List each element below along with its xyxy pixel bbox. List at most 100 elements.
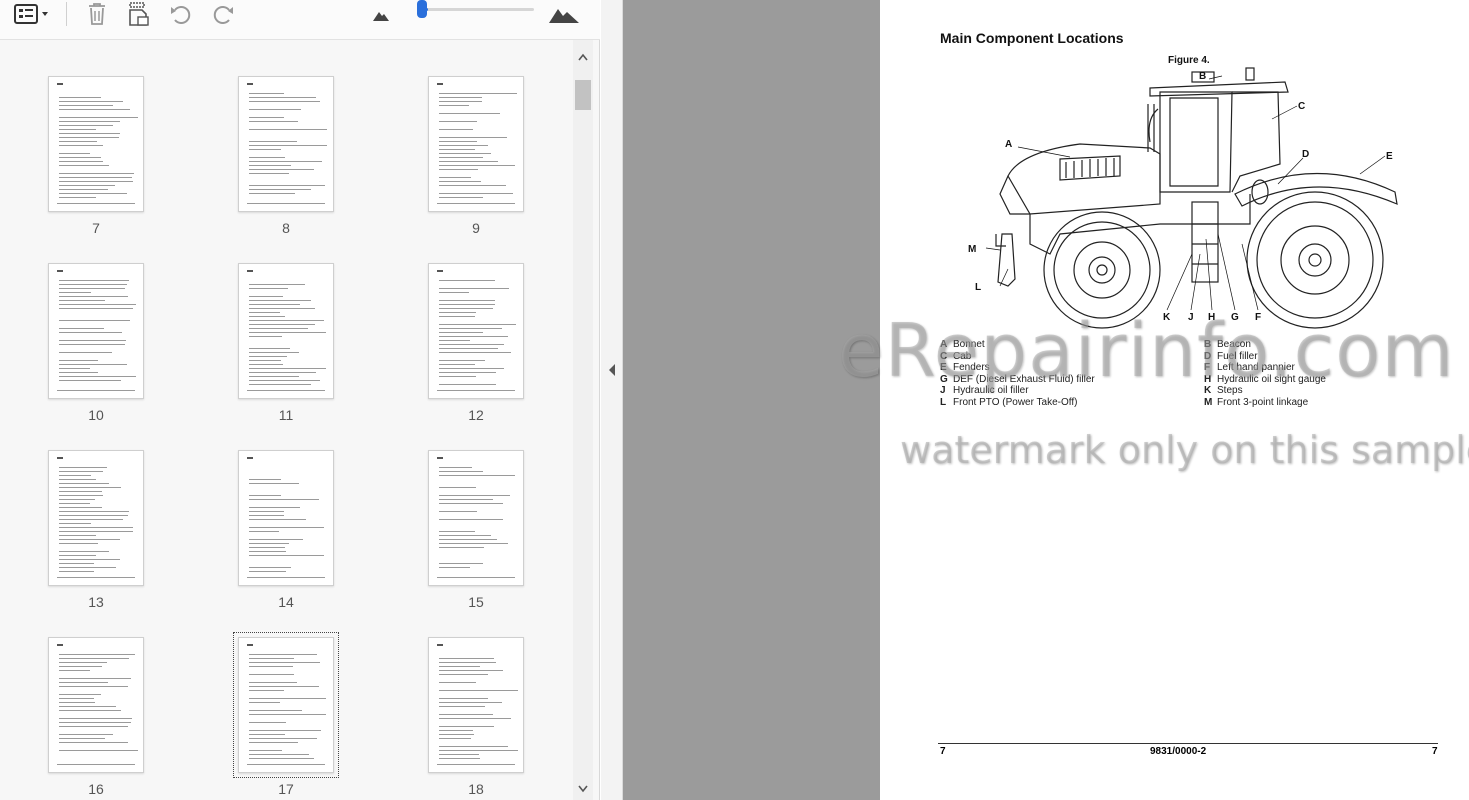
- thumbnail-text-line: [59, 499, 95, 500]
- thumbnail-text-line: [249, 682, 297, 683]
- thumbnail-text-line: [439, 348, 498, 349]
- legend-text: Front PTO (Power Take-Off): [953, 396, 1078, 408]
- thumbnail-text-line: [439, 137, 507, 138]
- thumbnail-text-line: [59, 706, 116, 707]
- legend-item: L Front PTO (Power Take-Off): [940, 397, 1077, 408]
- thumbnail-text-line: [249, 185, 325, 186]
- thumbnail-toolbar: [0, 0, 600, 40]
- page-properties-button[interactable]: [124, 0, 154, 28]
- thumbnail-text-line: [439, 467, 472, 468]
- thumbnail-text-line: [59, 563, 94, 564]
- thumbnail-page[interactable]: [428, 76, 524, 212]
- thumbnail-text-line: [249, 738, 317, 739]
- thumbnail-text-line: [249, 316, 285, 317]
- thumbnail-text-line: [59, 567, 116, 568]
- zoom-out-button[interactable]: [366, 0, 396, 28]
- footer-page-number-right: 7: [1432, 746, 1438, 757]
- thumbnail-text-line: [439, 376, 476, 377]
- scroll-up-arrow[interactable]: [573, 48, 593, 66]
- scroll-down-arrow[interactable]: [573, 780, 593, 798]
- thumbnail-text-line: [249, 121, 298, 122]
- scrollbar-thumb[interactable]: [575, 80, 591, 110]
- thumbnail-footer-line: [57, 764, 135, 765]
- thumbnail-text-line: [439, 531, 475, 532]
- rotate-right-button[interactable]: [208, 0, 238, 28]
- thumbnail-text-line: [439, 141, 477, 142]
- collapse-panel-button[interactable]: [601, 358, 623, 382]
- thumbnail-text-line: [59, 467, 107, 468]
- thumbnail-text-line: [59, 105, 113, 106]
- thumbnail-page[interactable]: [238, 450, 334, 586]
- thumbnail-scrollbar[interactable]: [573, 40, 593, 800]
- thumbnail-page[interactable]: [238, 263, 334, 399]
- thumbnail-text-line: [59, 117, 138, 118]
- thumbnail-text-line: [249, 674, 294, 675]
- page-view-menu-button[interactable]: [8, 0, 56, 28]
- thumbnail-text-line: [59, 165, 109, 166]
- thumbnail-text-line: [439, 754, 479, 755]
- thumbnail-text-line: [59, 662, 107, 663]
- thumbnail-page-number: 17: [278, 781, 294, 797]
- callout-b: B: [1199, 71, 1206, 82]
- thumbnail-text-line: [249, 332, 326, 333]
- thumbnail-text-line: [439, 101, 482, 102]
- thumbnail-text-line: [59, 280, 129, 281]
- callout-m: M: [968, 244, 976, 255]
- document-page: Main Component Locations Figure 4. A B C…: [880, 0, 1469, 800]
- thumbnail-page[interactable]: [48, 76, 144, 212]
- thumbnail-page[interactable]: [48, 263, 144, 399]
- thumbnail-zoom-slider[interactable]: [422, 8, 534, 11]
- thumbnail-text-line: [439, 726, 494, 727]
- page-properties-icon: [129, 2, 149, 26]
- footer-document-code: 9831/0000-2: [1150, 746, 1207, 757]
- thumbnail-text-line: [249, 702, 280, 703]
- thumbnail-text-line: [439, 718, 511, 719]
- document-background: [601, 0, 880, 800]
- thumbnail-text-line: [439, 149, 475, 150]
- thumbnail-text-line: [439, 702, 502, 703]
- thumbnail-text-line: [249, 710, 302, 711]
- thumbnail-text-line: [249, 117, 284, 118]
- rotate-left-button[interactable]: [166, 0, 196, 28]
- thumbnail-text-line: [59, 97, 101, 98]
- thumbnail-page[interactable]: [428, 637, 524, 773]
- thumbnail-text-line: [59, 304, 136, 305]
- thumbnail-logo-mark: [437, 457, 443, 459]
- footer-rule: [938, 743, 1438, 744]
- thumbnail-text-line: [249, 714, 326, 715]
- thumbnail-text-line: [59, 483, 109, 484]
- thumbnail-text-line: [59, 718, 132, 719]
- thumbnail-text-line: [59, 173, 134, 174]
- thumbnail-text-line: [439, 535, 491, 536]
- thumbnail-page[interactable]: [428, 450, 524, 586]
- zoom-slider-thumb[interactable]: [417, 0, 427, 18]
- thumbnail-text-line: [439, 177, 471, 178]
- thumbnail-text-line: [439, 288, 509, 289]
- thumbnail-footer-line: [437, 764, 515, 765]
- thumbnail-text-line: [249, 658, 294, 659]
- thumbnail-page[interactable]: [428, 263, 524, 399]
- thumbnail-text-line: [249, 320, 324, 321]
- thumbnail-text-line: [439, 746, 508, 747]
- thumbnail-page[interactable]: [48, 637, 144, 773]
- zoom-in-button[interactable]: [546, 0, 582, 28]
- thumbnail-text-line: [439, 706, 485, 707]
- thumbnail-text-line: [59, 682, 108, 683]
- thumbnail-text-line: [249, 173, 289, 174]
- thumbnail-text-line: [249, 690, 284, 691]
- thumbnail-text-line: [249, 368, 326, 369]
- thumbnail-text-line: [439, 495, 510, 496]
- thumbnail-page[interactable]: [48, 450, 144, 586]
- legend-letter: M: [1204, 396, 1213, 408]
- thumbnail-page[interactable]: [238, 76, 334, 212]
- callout-c: C: [1298, 101, 1305, 112]
- thumbnail-text-line: [59, 543, 98, 544]
- thumbnail-text-line: [59, 177, 132, 178]
- thumbnail-text-line: [59, 734, 113, 735]
- thumbnail-text-line: [249, 698, 326, 699]
- thumbnail-page[interactable]: [233, 632, 339, 778]
- thumbnail-text-line: [439, 674, 488, 675]
- delete-page-button[interactable]: [82, 0, 112, 28]
- thumbnail-text-line: [439, 543, 508, 544]
- thumbnail-text-line: [439, 364, 475, 365]
